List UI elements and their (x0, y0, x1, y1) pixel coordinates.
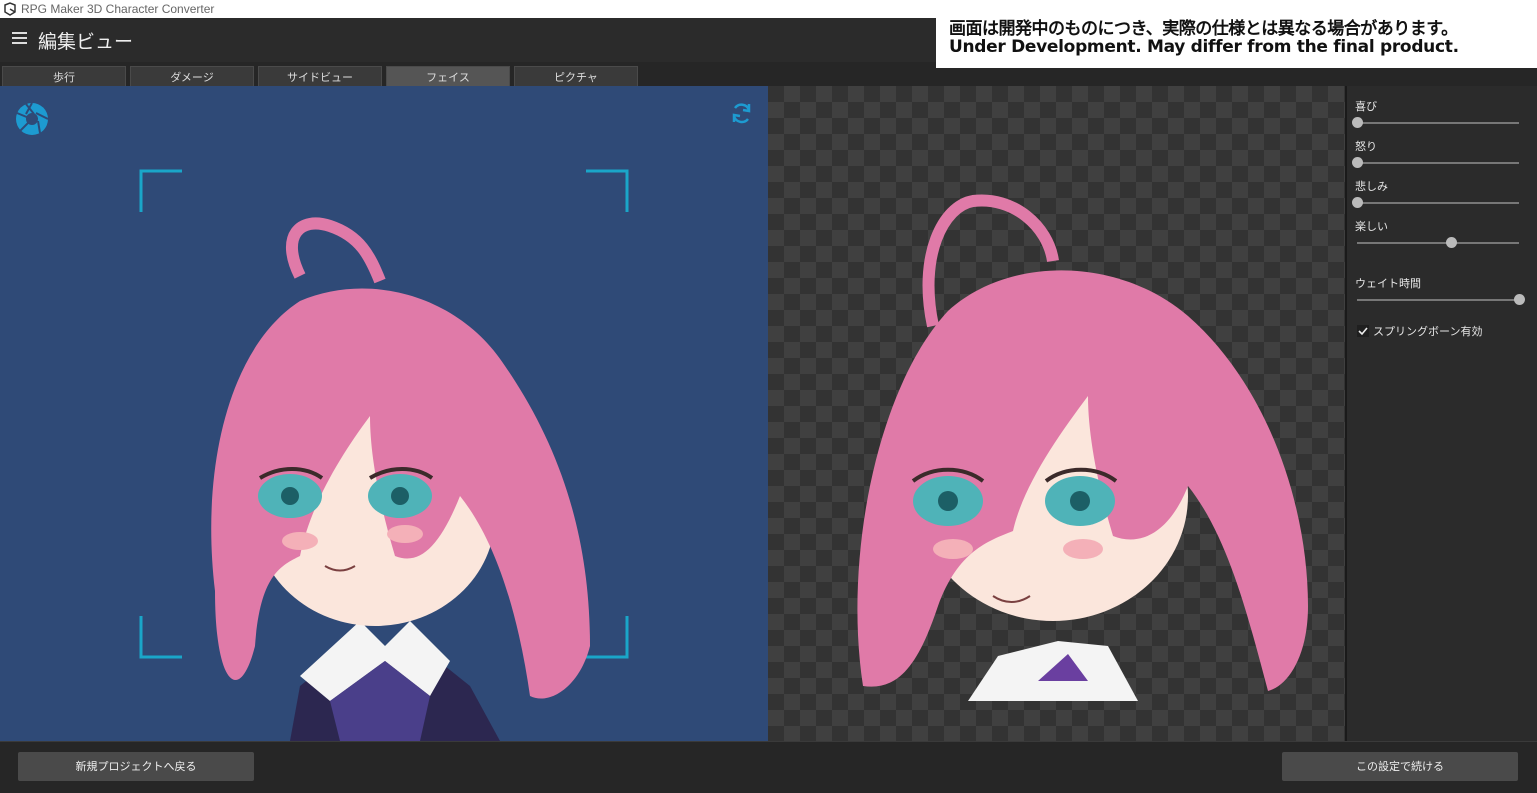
slider-fun[interactable] (1357, 237, 1519, 248)
refresh-icon[interactable] (732, 103, 751, 124)
face-preview-canvas (857, 194, 1308, 701)
development-notice: 画面は開発中のものにつき、実際の仕様とは異なる場合があります。 Under De… (936, 8, 1537, 68)
spring-bone-label: スプリングボーン有効 (1373, 325, 1483, 338)
face-preview (768, 86, 1345, 741)
continue-with-settings-button[interactable]: この設定で続ける (1282, 752, 1518, 781)
slider-label-joy: 喜び (1355, 100, 1377, 113)
camera-shutter-icon[interactable] (16, 102, 49, 135)
back-to-new-project-button[interactable]: 新規プロジェクトへ戻る (18, 752, 254, 781)
viewport-canvas (16, 102, 751, 741)
checkmark-icon (1358, 327, 1368, 336)
slider-anger[interactable] (1352, 157, 1519, 168)
slider-wait-time-handle[interactable] (1514, 294, 1525, 305)
character-3d-model (211, 217, 591, 741)
tab-walk[interactable]: 歩行 (2, 66, 126, 86)
notice-line-ja: 画面は開発中のものにつき、実際の仕様とは異なる場合があります。 (949, 19, 1458, 39)
tab-sideview[interactable]: サイドビュー (258, 66, 382, 86)
spring-bone-checkbox[interactable] (1357, 325, 1369, 337)
window-title: RPG Maker 3D Character Converter (21, 2, 215, 16)
slider-label-anger: 怒り (1355, 140, 1377, 153)
hamburger-menu-icon[interactable] (12, 32, 27, 44)
app-logo-icon (4, 2, 16, 16)
slider-label-fun: 楽しい (1355, 220, 1388, 233)
slider-sadness[interactable] (1352, 197, 1519, 208)
slider-joy[interactable] (1352, 117, 1519, 128)
expression-panel: 喜び 怒り 悲しみ 楽しい ウェイト時間 スプリングボーン有効 (1345, 86, 1537, 741)
slider-joy-handle[interactable] (1352, 117, 1363, 128)
spring-bone-option[interactable]: スプリングボーン有効 (1357, 323, 1482, 339)
tab-face[interactable]: フェイス (386, 66, 510, 86)
slider-label-sadness: 悲しみ (1355, 180, 1388, 193)
slider-fun-handle[interactable] (1445, 237, 1457, 248)
tab-picture[interactable]: ピクチャ (514, 66, 638, 86)
slider-sadness-handle[interactable] (1352, 197, 1363, 208)
slider-label-wait-time: ウェイト時間 (1355, 277, 1421, 290)
footer-bar: 新規プロジェクトへ戻る この設定で続ける (0, 741, 1537, 793)
notice-line-en: Under Development. May differ from the f… (949, 37, 1459, 57)
tab-damage[interactable]: ダメージ (130, 66, 254, 86)
view-tabs: 歩行 ダメージ サイドビュー フェイス ピクチャ (0, 64, 768, 86)
3d-viewport[interactable] (0, 86, 768, 741)
face-preview-image (857, 194, 1308, 701)
slider-wait-time[interactable] (1357, 294, 1525, 305)
slider-anger-handle[interactable] (1352, 157, 1363, 168)
page-title: 編集ビュー (38, 31, 134, 53)
